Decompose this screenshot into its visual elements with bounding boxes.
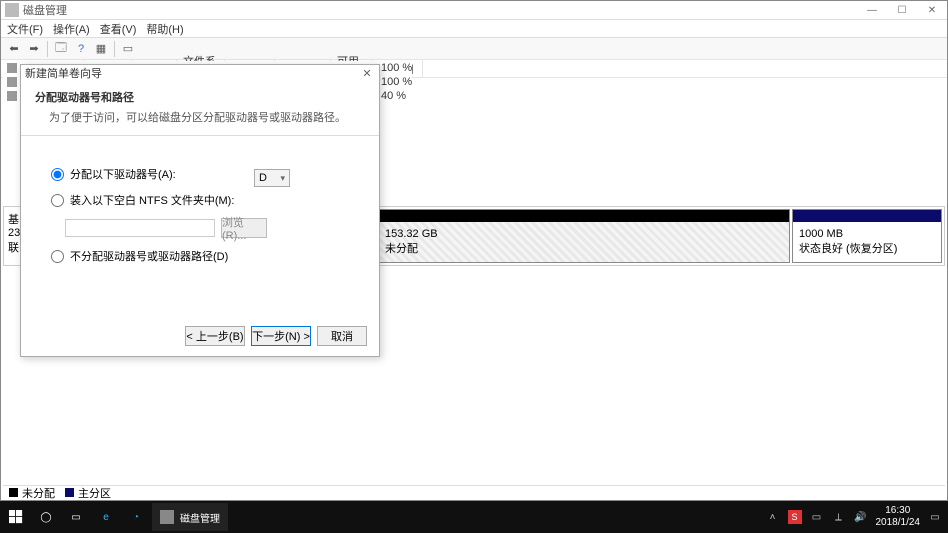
- chevron-down-icon: ▾: [280, 173, 285, 184]
- volume-icon: [7, 77, 17, 87]
- next-button[interactable]: 下一步(N) >: [251, 326, 311, 346]
- task-view-icon[interactable]: ▭: [62, 503, 90, 531]
- mount-path-input[interactable]: [65, 219, 215, 237]
- legend-primary: 主分区: [78, 488, 111, 500]
- menubar: 文件(F) 操作(A) 查看(V) 帮助(H): [1, 20, 947, 38]
- notifications-icon[interactable]: ▭: [928, 510, 942, 524]
- menu-action[interactable]: 操作(A): [53, 21, 90, 37]
- cancel-button[interactable]: 取消: [317, 326, 367, 346]
- tray-wifi-icon[interactable]: ⟂: [832, 510, 846, 524]
- wizard-heading: 分配驱动器号和路径: [35, 89, 365, 105]
- label-assign-letter: 分配以下驱动器号(A):: [70, 166, 176, 182]
- tray-chevron-up-icon[interactable]: ˄: [766, 510, 780, 524]
- legend-swatch-unallocated: [9, 488, 18, 497]
- new-simple-volume-wizard: 新建简单卷向导 ✕ 分配驱动器号和路径 为了便于访问，可以给磁盘分区分配驱动器号…: [20, 64, 380, 357]
- browse-button[interactable]: 浏览(R)...: [221, 218, 267, 238]
- taskbar-app-label: 磁盘管理: [180, 510, 220, 525]
- radio-no-assign[interactable]: [51, 250, 64, 263]
- help-icon[interactable]: ?: [72, 40, 90, 58]
- forward-icon[interactable]: ➡: [25, 40, 43, 58]
- label-no-assign: 不分配驱动器号或驱动器路径(D): [70, 248, 228, 264]
- legend-swatch-primary: [65, 488, 74, 497]
- partition-recovery[interactable]: 1000 MB 状态良好 (恢复分区): [792, 209, 942, 263]
- window-title: 磁盘管理: [23, 2, 857, 18]
- tray-input-icon[interactable]: S: [788, 510, 802, 524]
- partition-size: 153.32 GB: [385, 228, 783, 240]
- radio-assign-letter[interactable]: [51, 168, 64, 181]
- radio-mount-folder[interactable]: [51, 194, 64, 207]
- taskbar: ◯ ▭ e ◔ 磁盘管理 ˄ S ▭ ⟂ 🔊 16:30 2018/1/24 ▭: [0, 501, 948, 533]
- legend-unallocated: 未分配: [22, 488, 55, 500]
- back-button[interactable]: < 上一步(B): [185, 326, 245, 346]
- partition-status: 未分配: [385, 240, 783, 256]
- partition-size: 1000 MB: [799, 228, 935, 240]
- tray-battery-icon[interactable]: ▭: [810, 510, 824, 524]
- taskbar-app-disk-management[interactable]: 磁盘管理: [152, 503, 228, 531]
- drive-letter-select[interactable]: D ▾: [254, 169, 290, 187]
- disk-management-window: 磁盘管理 — ☐ ✕ 文件(F) 操作(A) 查看(V) 帮助(H) ⬅ ➡ 🗔…: [0, 0, 948, 501]
- label-mount-folder: 装入以下空白 NTFS 文件夹中(M):: [70, 192, 234, 208]
- close-button[interactable]: ✕: [917, 1, 947, 19]
- cortana-icon[interactable]: ◯: [32, 503, 60, 531]
- menu-file[interactable]: 文件(F): [7, 21, 43, 37]
- volume-icon: [7, 63, 17, 73]
- app-icon: [160, 510, 174, 524]
- back-icon[interactable]: ⬅: [5, 40, 23, 58]
- browser-icon[interactable]: ◔: [122, 503, 150, 531]
- tray-volume-icon[interactable]: 🔊: [854, 510, 868, 524]
- drive-letter-value: D: [259, 172, 267, 184]
- volume-icon: [7, 91, 17, 101]
- toolbar: ⬅ ➡ 🗔 ? ▦ ▭: [1, 38, 947, 60]
- taskbar-time: 16:30: [876, 505, 921, 517]
- menu-help[interactable]: 帮助(H): [146, 21, 183, 37]
- start-button[interactable]: [2, 503, 30, 531]
- toolbar-icon-3[interactable]: ▭: [119, 40, 137, 58]
- wizard-subheading: 为了便于访问，可以给磁盘分区分配驱动器号或驱动器路径。: [35, 109, 365, 125]
- edge-icon[interactable]: e: [92, 503, 120, 531]
- partition-unallocated[interactable]: 153.32 GB 未分配: [378, 209, 790, 263]
- app-icon: [5, 3, 19, 17]
- toolbar-icon-2[interactable]: ▦: [92, 40, 110, 58]
- menu-view[interactable]: 查看(V): [100, 21, 137, 37]
- toolbar-icon-1[interactable]: 🗔: [52, 40, 70, 58]
- minimize-button[interactable]: —: [857, 1, 887, 19]
- wizard-close-icon[interactable]: ✕: [359, 67, 375, 80]
- wizard-title: 新建简单卷向导: [25, 65, 359, 81]
- legend: 未分配 主分区: [3, 485, 945, 500]
- taskbar-clock[interactable]: 16:30 2018/1/24: [876, 505, 921, 529]
- taskbar-date: 2018/1/24: [876, 517, 921, 529]
- partition-status: 状态良好 (恢复分区): [799, 240, 935, 256]
- maximize-button[interactable]: ☐: [887, 1, 917, 19]
- titlebar: 磁盘管理 — ☐ ✕: [1, 1, 947, 20]
